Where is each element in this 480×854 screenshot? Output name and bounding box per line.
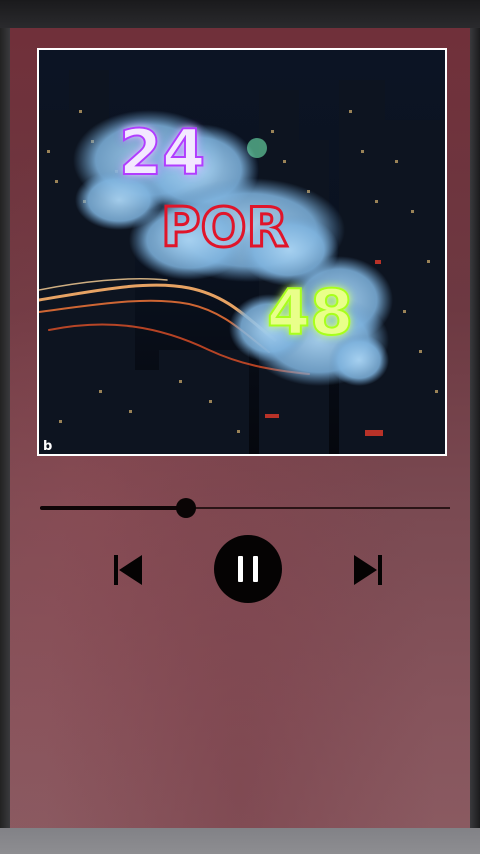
seek-progress	[40, 506, 186, 510]
previous-button[interactable]	[110, 552, 146, 588]
navigation-bar	[0, 828, 480, 854]
seek-thumb[interactable]	[175, 498, 196, 518]
album-title-24: 24	[119, 116, 205, 189]
skip-next-icon	[354, 555, 382, 585]
seek-bar[interactable]	[40, 498, 450, 518]
left-edge	[0, 28, 10, 828]
album-artwork-image: 24 POR 48 b	[39, 50, 445, 454]
watermark-logo: b	[43, 439, 52, 454]
pause-button[interactable]	[214, 535, 282, 603]
phone-screen: 24 POR 48 b	[0, 0, 480, 854]
album-title-por: POR	[161, 196, 288, 259]
status-bar	[0, 0, 480, 28]
album-artwork: 24 POR 48 b	[37, 48, 447, 456]
next-button[interactable]	[350, 552, 386, 588]
album-title-48: 48	[267, 276, 353, 349]
pause-icon	[238, 556, 258, 582]
right-edge	[470, 28, 480, 828]
skip-previous-icon	[114, 555, 142, 585]
playback-controls	[0, 535, 480, 605]
